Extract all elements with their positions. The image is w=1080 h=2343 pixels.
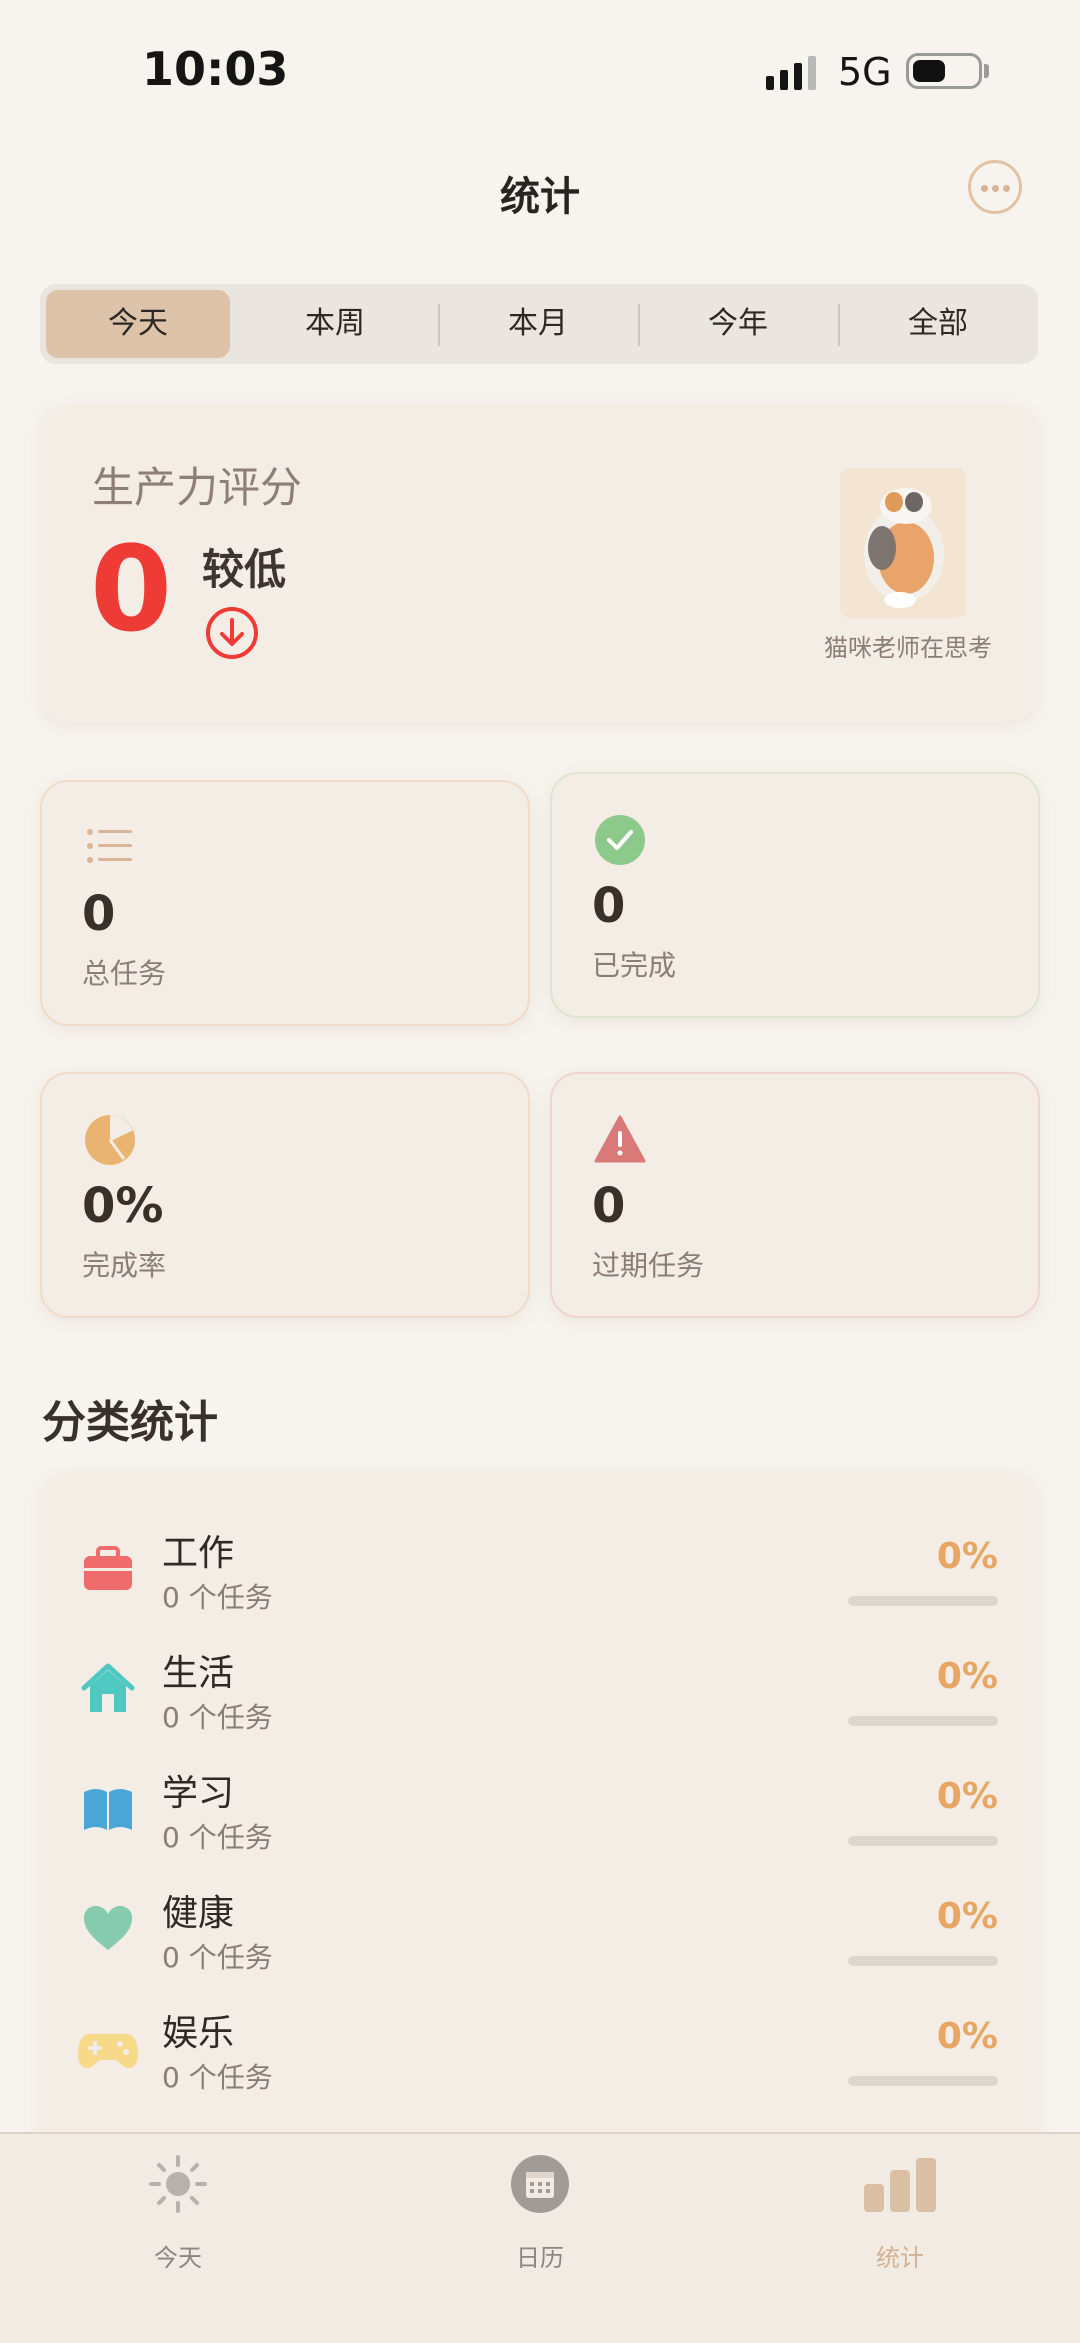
category-percent: 0% bbox=[936, 2016, 998, 2057]
tab-calendar[interactable]: 日历 bbox=[440, 2134, 640, 2294]
segment-year[interactable]: 今年 bbox=[640, 284, 836, 364]
category-progress-bar bbox=[848, 1836, 998, 1846]
bottom-tab-bar: 今天 日历 统计 bbox=[0, 2132, 1080, 2343]
total-tasks-label: 总任务 bbox=[82, 957, 167, 990]
overdue-card[interactable]: 0 过期任务 bbox=[550, 1072, 1040, 1318]
category-row-entertainment[interactable]: 娱乐 0 个任务 0% bbox=[40, 1990, 1038, 2110]
category-name: 工作 bbox=[162, 1533, 235, 1574]
category-count: 0 个任务 bbox=[162, 2061, 273, 2094]
category-count: 0 个任务 bbox=[162, 1941, 273, 1974]
warning-icon bbox=[594, 1115, 646, 1163]
completion-rate-label: 完成率 bbox=[82, 1249, 167, 1282]
heart-icon bbox=[84, 1906, 132, 1950]
category-row-life[interactable]: 生活 0 个任务 0% bbox=[40, 1630, 1038, 1750]
network-label: 5G bbox=[838, 50, 892, 94]
check-circle-icon bbox=[595, 815, 645, 865]
bar-chart-icon bbox=[864, 2158, 936, 2212]
signal-icon bbox=[766, 56, 816, 90]
tab-statistics[interactable]: 统计 bbox=[800, 2134, 1000, 2294]
tab-calendar-label: 日历 bbox=[516, 2244, 564, 2272]
tab-today[interactable]: 今天 bbox=[78, 2134, 278, 2294]
cat-teacher-icon bbox=[840, 468, 966, 618]
score-value: 0 bbox=[90, 520, 173, 658]
category-progress-bar bbox=[848, 2076, 998, 2086]
cat-caption: 猫咪老师在思考 bbox=[824, 634, 992, 662]
segment-all[interactable]: 全部 bbox=[840, 284, 1036, 364]
status-time: 10:03 bbox=[142, 42, 289, 96]
book-icon bbox=[84, 1789, 132, 1830]
completed-label: 已完成 bbox=[592, 949, 677, 982]
sun-icon bbox=[149, 2155, 207, 2213]
category-count: 0 个任务 bbox=[162, 1581, 273, 1614]
segment-today[interactable]: 今天 bbox=[46, 290, 230, 358]
total-tasks-value: 0 bbox=[82, 886, 116, 942]
tab-statistics-label: 统计 bbox=[876, 2244, 924, 2272]
list-icon bbox=[87, 829, 132, 863]
category-row-study[interactable]: 学习 0 个任务 0% bbox=[40, 1750, 1038, 1870]
calendar-icon bbox=[511, 2155, 569, 2213]
more-options-button[interactable] bbox=[968, 160, 1022, 214]
arrow-down-circle-icon bbox=[206, 607, 258, 659]
battery-icon bbox=[906, 53, 982, 89]
category-progress-bar bbox=[848, 1716, 998, 1726]
category-count: 0 个任务 bbox=[162, 1821, 273, 1854]
completed-card[interactable]: 0 已完成 bbox=[550, 772, 1040, 1018]
category-percent: 0% bbox=[936, 1776, 998, 1817]
overdue-value: 0 bbox=[592, 1178, 626, 1234]
category-name: 生活 bbox=[162, 1653, 235, 1694]
page-title: 统计 bbox=[500, 174, 580, 220]
category-stats-card: 工作 0 个任务 0% 生活 0 个任务 0% 学习 0 个任务 0% 健康 0… bbox=[40, 1472, 1038, 2174]
briefcase-icon bbox=[84, 1546, 132, 1590]
score-title: 生产力评分 bbox=[92, 463, 303, 512]
pie-chart-icon bbox=[85, 1115, 135, 1165]
category-name: 学习 bbox=[162, 1773, 235, 1814]
category-name: 健康 bbox=[162, 1893, 235, 1934]
category-section-title: 分类统计 bbox=[42, 1397, 218, 1448]
category-row-work[interactable]: 工作 0 个任务 0% bbox=[40, 1510, 1038, 1630]
overdue-label: 过期任务 bbox=[592, 1249, 705, 1282]
category-progress-bar bbox=[848, 1956, 998, 1966]
gamepad-icon bbox=[78, 2034, 138, 2068]
house-icon bbox=[81, 1663, 135, 1712]
score-level: 较低 bbox=[202, 545, 287, 594]
tab-today-label: 今天 bbox=[154, 2244, 202, 2272]
segment-month[interactable]: 本月 bbox=[440, 284, 636, 364]
category-percent: 0% bbox=[936, 1896, 998, 1937]
category-percent: 0% bbox=[936, 1656, 998, 1697]
category-count: 0 个任务 bbox=[162, 1701, 273, 1734]
completed-value: 0 bbox=[592, 878, 626, 934]
category-progress-bar bbox=[848, 1596, 998, 1606]
category-name: 娱乐 bbox=[162, 2013, 235, 2054]
period-segmented-control: 今天 本周 本月 今年 全部 bbox=[40, 284, 1038, 364]
category-percent: 0% bbox=[936, 1536, 998, 1577]
completion-rate-card[interactable]: 0% 完成率 bbox=[40, 1072, 530, 1318]
total-tasks-card[interactable]: 0 总任务 bbox=[40, 780, 530, 1026]
battery-cap bbox=[984, 64, 989, 78]
segment-week[interactable]: 本周 bbox=[240, 284, 430, 364]
completion-rate-value: 0% bbox=[82, 1178, 164, 1234]
category-row-health[interactable]: 健康 0 个任务 0% bbox=[40, 1870, 1038, 1990]
